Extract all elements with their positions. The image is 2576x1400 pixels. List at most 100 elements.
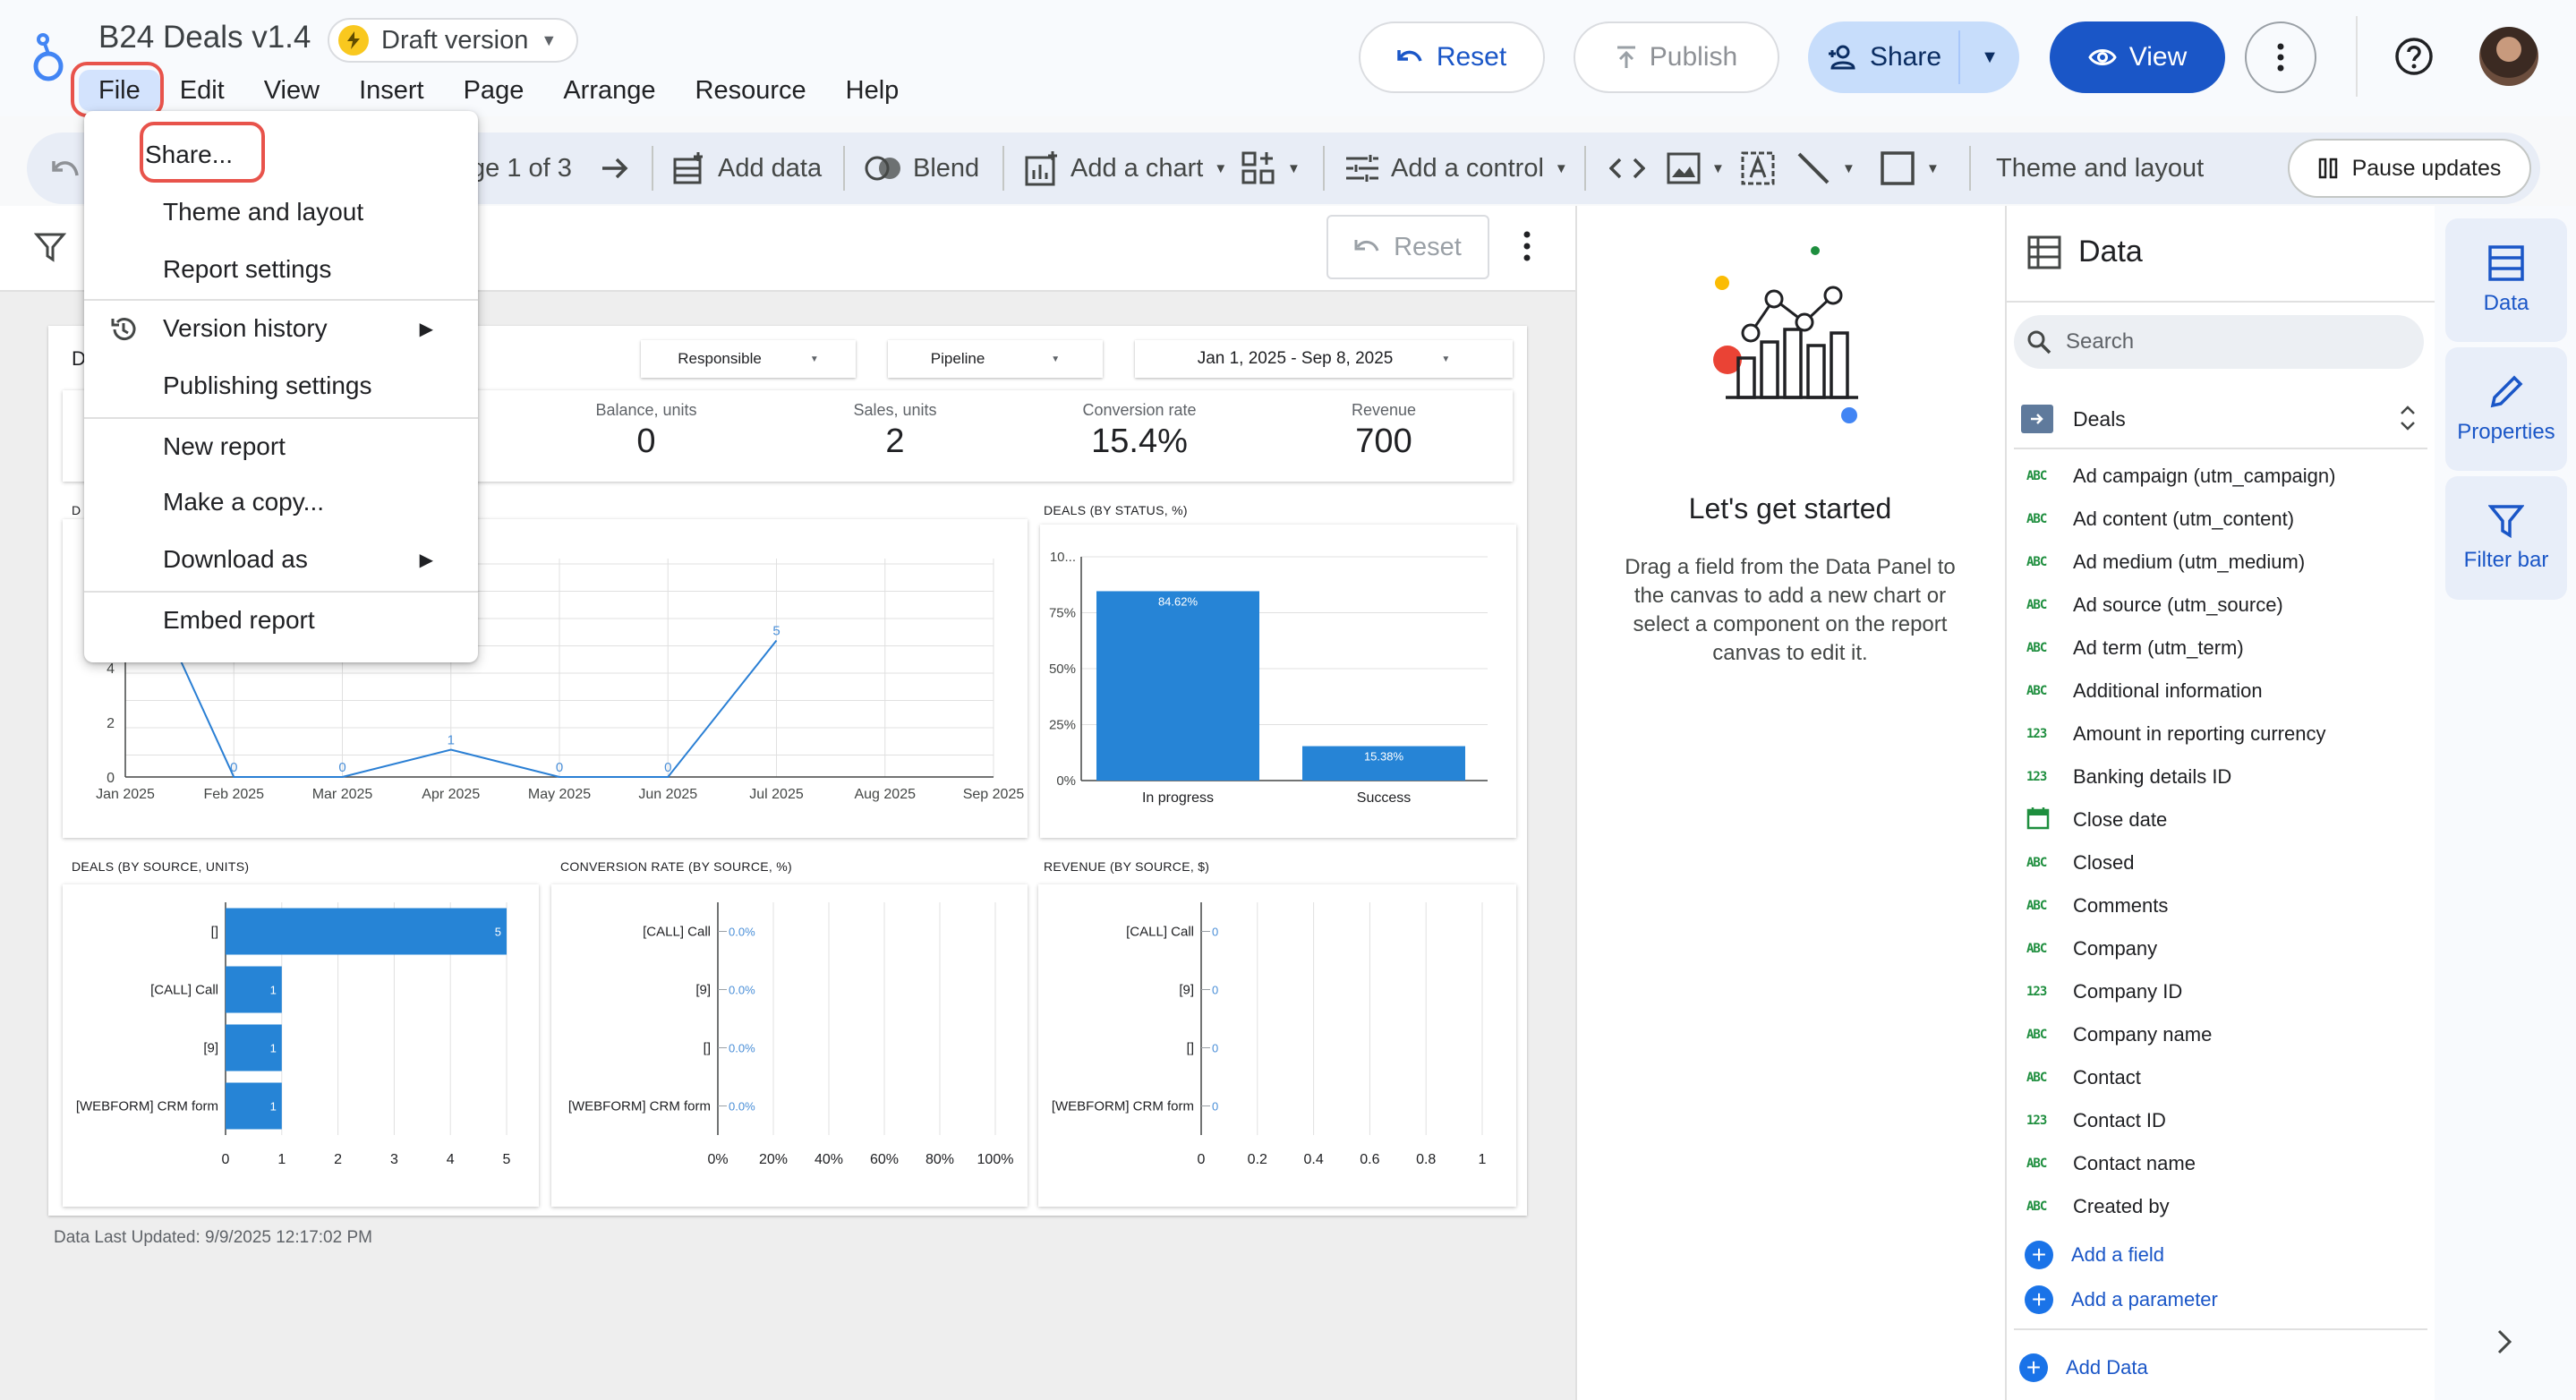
data-label: 0: [230, 760, 237, 775]
undo-icon[interactable]: [50, 132, 82, 204]
more-options-button[interactable]: [2245, 21, 2316, 93]
menu-item-version-history[interactable]: Version history ▶: [84, 301, 478, 356]
menu-page[interactable]: Page: [444, 70, 544, 111]
data-field[interactable]: ABC Contact: [2026, 1056, 2141, 1099]
blend-button[interactable]: Blend: [865, 132, 979, 204]
rail-data-button[interactable]: Data: [2445, 218, 2567, 342]
data-source-deals[interactable]: Deals: [2021, 397, 2427, 440]
draft-version-dropdown[interactable]: Draft version ▼: [328, 18, 579, 63]
add-parameter-link[interactable]: + Add a parameter: [2025, 1285, 2218, 1314]
plus-icon: +: [2019, 1353, 2048, 1382]
data-field[interactable]: 123 Banking details ID: [2026, 755, 2231, 798]
data-field[interactable]: ABC Closed: [2026, 841, 2134, 884]
pause-updates-button[interactable]: Pause updates: [2288, 139, 2531, 198]
menu-item-publishing-settings[interactable]: Publishing settings: [84, 358, 478, 414]
page-navigator[interactable]: ge 1 of 3: [471, 132, 629, 204]
revenue-bar-chart: 0 0.2 0.4 0.6 0.8 1 [CALL] Call 0 [9] 0 [] 0 [WEBFOR…: [1052, 902, 1487, 1167]
data-search-input[interactable]: Search: [2014, 315, 2424, 369]
menu-item-make-copy[interactable]: Make a copy...: [84, 474, 478, 530]
menu-arrange[interactable]: Arrange: [543, 70, 675, 111]
responsible-filter-control[interactable]: Responsible ▼: [641, 340, 856, 378]
chevron-right-icon[interactable]: [2495, 1328, 2513, 1355]
community-viz-button[interactable]: ▼: [1241, 132, 1301, 204]
field-name: Closed: [2073, 851, 2135, 874]
add-data-icon: [671, 150, 707, 186]
menu-item-label: New report: [163, 432, 286, 460]
panel-divider: [2014, 1328, 2427, 1330]
add-data-link[interactable]: + Add Data: [2019, 1353, 2148, 1382]
toolbar-divider: [1323, 146, 1325, 191]
add-chart-button[interactable]: Add a chart ▼: [1024, 132, 1227, 204]
canvas-reset-button[interactable]: Reset: [1326, 215, 1489, 279]
menu-insert[interactable]: Insert: [339, 70, 444, 111]
view-button[interactable]: View: [2050, 21, 2225, 93]
text-type-icon: ABC: [2026, 899, 2047, 913]
text-type-icon: ABC: [2026, 1199, 2047, 1214]
data-field[interactable]: ABC Ad source (utm_source): [2026, 584, 2283, 627]
data-field[interactable]: 123 Contact ID: [2026, 1099, 2166, 1142]
data-field[interactable]: ABC Contact name: [2026, 1142, 2196, 1185]
filter-icon[interactable]: [34, 231, 66, 263]
data-label: 0.0%: [729, 926, 755, 939]
line-icon[interactable]: ▼: [1796, 132, 1855, 204]
image-icon[interactable]: ▼: [1667, 132, 1725, 204]
add-control-button[interactable]: Add a control ▼: [1344, 132, 1568, 204]
menu-edit[interactable]: Edit: [160, 70, 244, 111]
menu-item-report-settings[interactable]: Report settings: [84, 242, 478, 297]
chart-title: CONVERSION RATE (BY SOURCE, %): [560, 859, 792, 874]
menu-item-new-report[interactable]: New report: [84, 419, 478, 474]
y-tick-label: [CALL] Call: [150, 983, 218, 998]
reset-button[interactable]: Reset: [1359, 21, 1545, 93]
theme-layout-button[interactable]: Theme and layout: [1996, 132, 2204, 204]
toolbar-divider: [1002, 146, 1004, 191]
menu-item-theme-layout[interactable]: Theme and layout: [84, 184, 478, 240]
more-vert-icon[interactable]: [1523, 231, 1531, 261]
add-field-link[interactable]: + Add a field: [2025, 1241, 2164, 1269]
add-data-button[interactable]: Add data: [671, 132, 822, 204]
data-field[interactable]: ABC Additional information: [2026, 670, 2263, 713]
menu-item-embed-report[interactable]: Embed report: [84, 593, 478, 648]
publish-button[interactable]: Publish: [1574, 21, 1779, 93]
report-title[interactable]: B24 Deals v1.4: [98, 20, 311, 55]
undo-icon: [1354, 236, 1381, 258]
embed-code-icon[interactable]: [1609, 132, 1645, 204]
data-field[interactable]: 123 Amount in reporting currency: [2026, 713, 2325, 755]
date-range-control[interactable]: Jan 1, 2025 - Sep 8, 2025 ▼: [1135, 340, 1513, 378]
data-field[interactable]: ABC Ad term (utm_term): [2026, 627, 2244, 670]
x-tick-label: 1: [277, 1152, 286, 1167]
collapse-icon[interactable]: [2399, 403, 2417, 433]
data-field[interactable]: ABC Company: [2026, 927, 2157, 970]
data-field[interactable]: ABC Company name: [2026, 1013, 2212, 1056]
data-field[interactable]: 123 Company ID: [2026, 970, 2182, 1013]
y-tick-label: 50%: [1049, 662, 1076, 677]
menu-help[interactable]: Help: [826, 70, 919, 111]
rail-filter-bar-button[interactable]: Filter bar: [2445, 476, 2567, 600]
caret-down-icon: ▼: [1441, 354, 1451, 364]
next-page-icon[interactable]: [601, 156, 629, 181]
field-name: Created by: [2073, 1195, 2170, 1217]
pipeline-filter-control[interactable]: Pipeline ▼: [888, 340, 1103, 378]
text-box-icon[interactable]: [1740, 132, 1776, 204]
data-last-updated: Data Last Updated: 9/9/2025 12:17:02 PM: [54, 1228, 372, 1247]
user-avatar[interactable]: [2479, 27, 2538, 86]
data-field[interactable]: ABC Created by: [2026, 1185, 2170, 1228]
share-button[interactable]: Share: [1808, 21, 1960, 93]
data-field[interactable]: ABC Ad content (utm_content): [2026, 498, 2294, 541]
y-tick-label: [CALL] Call: [643, 925, 711, 940]
help-icon[interactable]: [2393, 36, 2435, 77]
reset-label: Reset: [1436, 42, 1507, 72]
rail-data-label: Data: [2483, 291, 2529, 315]
menu-view[interactable]: View: [244, 70, 339, 111]
data-field[interactable]: ABC Ad medium (utm_medium): [2026, 541, 2305, 584]
data-label: 84.62%: [1158, 594, 1198, 608]
menu-resource[interactable]: Resource: [676, 70, 826, 111]
data-field[interactable]: ABC Ad campaign (utm_campaign): [2026, 455, 2335, 498]
shape-icon[interactable]: ▼: [1880, 132, 1940, 204]
rail-properties-button[interactable]: Properties: [2445, 347, 2567, 471]
chart-title: D: [72, 503, 81, 517]
data-field[interactable]: ABC Comments: [2026, 884, 2168, 927]
menu-item-download-as[interactable]: Download as ▶: [84, 532, 478, 587]
caret-down-icon: ▼: [1926, 160, 1940, 176]
looker-studio-logo[interactable]: [30, 30, 66, 84]
data-field[interactable]: Close date: [2026, 798, 2167, 841]
